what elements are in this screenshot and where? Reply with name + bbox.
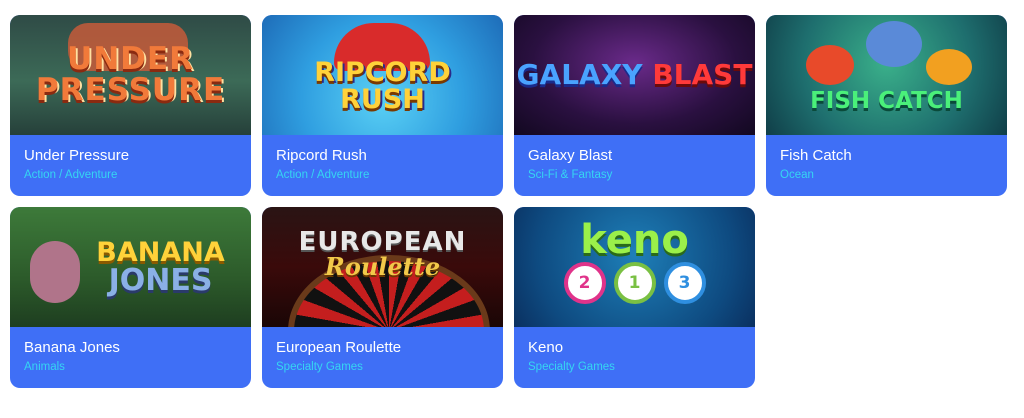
game-title[interactable]: Keno	[528, 339, 741, 357]
game-category[interactable]: Specialty Games	[528, 360, 741, 375]
logo-line: RUSH	[340, 84, 425, 115]
game-card-european-roulette[interactable]: EUROPEAN Roulette European Roulette Spec…	[262, 207, 503, 388]
game-category[interactable]: Ocean	[780, 168, 993, 183]
game-logo: UNDER PRESSURE	[36, 44, 225, 106]
logo-line: BANANA	[96, 236, 225, 268]
game-info: Fish Catch Ocean	[766, 135, 1007, 196]
logo-line: JONES	[108, 262, 213, 298]
game-info: Under Pressure Action / Adventure	[10, 135, 251, 196]
logo-line: FISH CATCH	[810, 87, 963, 114]
game-title[interactable]: European Roulette	[276, 339, 489, 357]
game-logo: RIPCORD RUSH	[314, 59, 451, 113]
game-grid: UNDER PRESSURE Under Pressure Action / A…	[10, 15, 1007, 388]
keno-ball: 3	[663, 262, 706, 304]
game-category[interactable]: Specialty Games	[276, 360, 489, 375]
game-title[interactable]: Fish Catch	[780, 147, 993, 165]
game-logo: FISH CATCH	[810, 38, 963, 113]
game-title[interactable]: Galaxy Blast	[528, 147, 741, 165]
game-logo: EUROPEAN Roulette	[299, 229, 467, 281]
keno-ball: 1	[613, 262, 656, 304]
monkey-illustration	[30, 241, 80, 303]
game-info: Galaxy Blast Sci-Fi & Fantasy	[514, 135, 755, 196]
game-category[interactable]: Sci-Fi & Fantasy	[528, 168, 741, 183]
game-category[interactable]: Action / Adventure	[276, 168, 489, 183]
game-thumbnail[interactable]: BANANA JONES	[10, 207, 251, 327]
game-category[interactable]: Action / Adventure	[24, 168, 237, 183]
game-card-keno[interactable]: keno 2 1 3 Keno Specialty Games	[514, 207, 755, 388]
logo-line: GALAXY	[516, 58, 643, 91]
logo-line: RIPCORD	[314, 57, 451, 88]
game-card-under-pressure[interactable]: UNDER PRESSURE Under Pressure Action / A…	[10, 15, 251, 196]
logo-line: BLAST	[652, 58, 753, 91]
game-title[interactable]: Banana Jones	[24, 339, 237, 357]
game-info: Ripcord Rush Action / Adventure	[262, 135, 503, 196]
game-card-banana-jones[interactable]: BANANA JONES Banana Jones Animals	[10, 207, 251, 388]
game-thumbnail[interactable]: FISH CATCH	[766, 15, 1007, 135]
logo-line: UNDER	[67, 41, 194, 77]
game-card-ripcord-rush[interactable]: RIPCORD RUSH Ripcord Rush Action / Adven…	[262, 15, 503, 196]
game-info: European Roulette Specialty Games	[262, 327, 503, 388]
game-card-fish-catch[interactable]: FISH CATCH Fish Catch Ocean	[766, 15, 1007, 196]
game-title[interactable]: Ripcord Rush	[276, 147, 489, 165]
game-card-galaxy-blast[interactable]: GALAXY BLAST Galaxy Blast Sci-Fi & Fanta…	[514, 15, 755, 196]
game-thumbnail[interactable]: keno 2 1 3	[514, 207, 755, 327]
game-info: Keno Specialty Games	[514, 327, 755, 388]
game-thumbnail[interactable]: EUROPEAN Roulette	[262, 207, 503, 327]
game-logo: GALAXY BLAST	[517, 61, 753, 89]
game-thumbnail[interactable]: UNDER PRESSURE	[10, 15, 251, 135]
keno-ball: 2	[563, 262, 606, 304]
game-logo: BANANA JONES	[96, 239, 224, 296]
logo-line: Roulette	[324, 252, 441, 281]
logo-line: PRESSURE	[35, 72, 226, 108]
game-logo: keno 2 1 3	[563, 220, 706, 304]
game-info: Banana Jones Animals	[10, 327, 251, 388]
game-category[interactable]: Animals	[24, 360, 237, 375]
game-thumbnail[interactable]: GALAXY BLAST	[514, 15, 755, 135]
keno-balls: 2 1 3	[563, 262, 706, 304]
logo-line: keno	[580, 217, 689, 263]
game-title[interactable]: Under Pressure	[24, 147, 237, 165]
game-thumbnail[interactable]: RIPCORD RUSH	[262, 15, 503, 135]
